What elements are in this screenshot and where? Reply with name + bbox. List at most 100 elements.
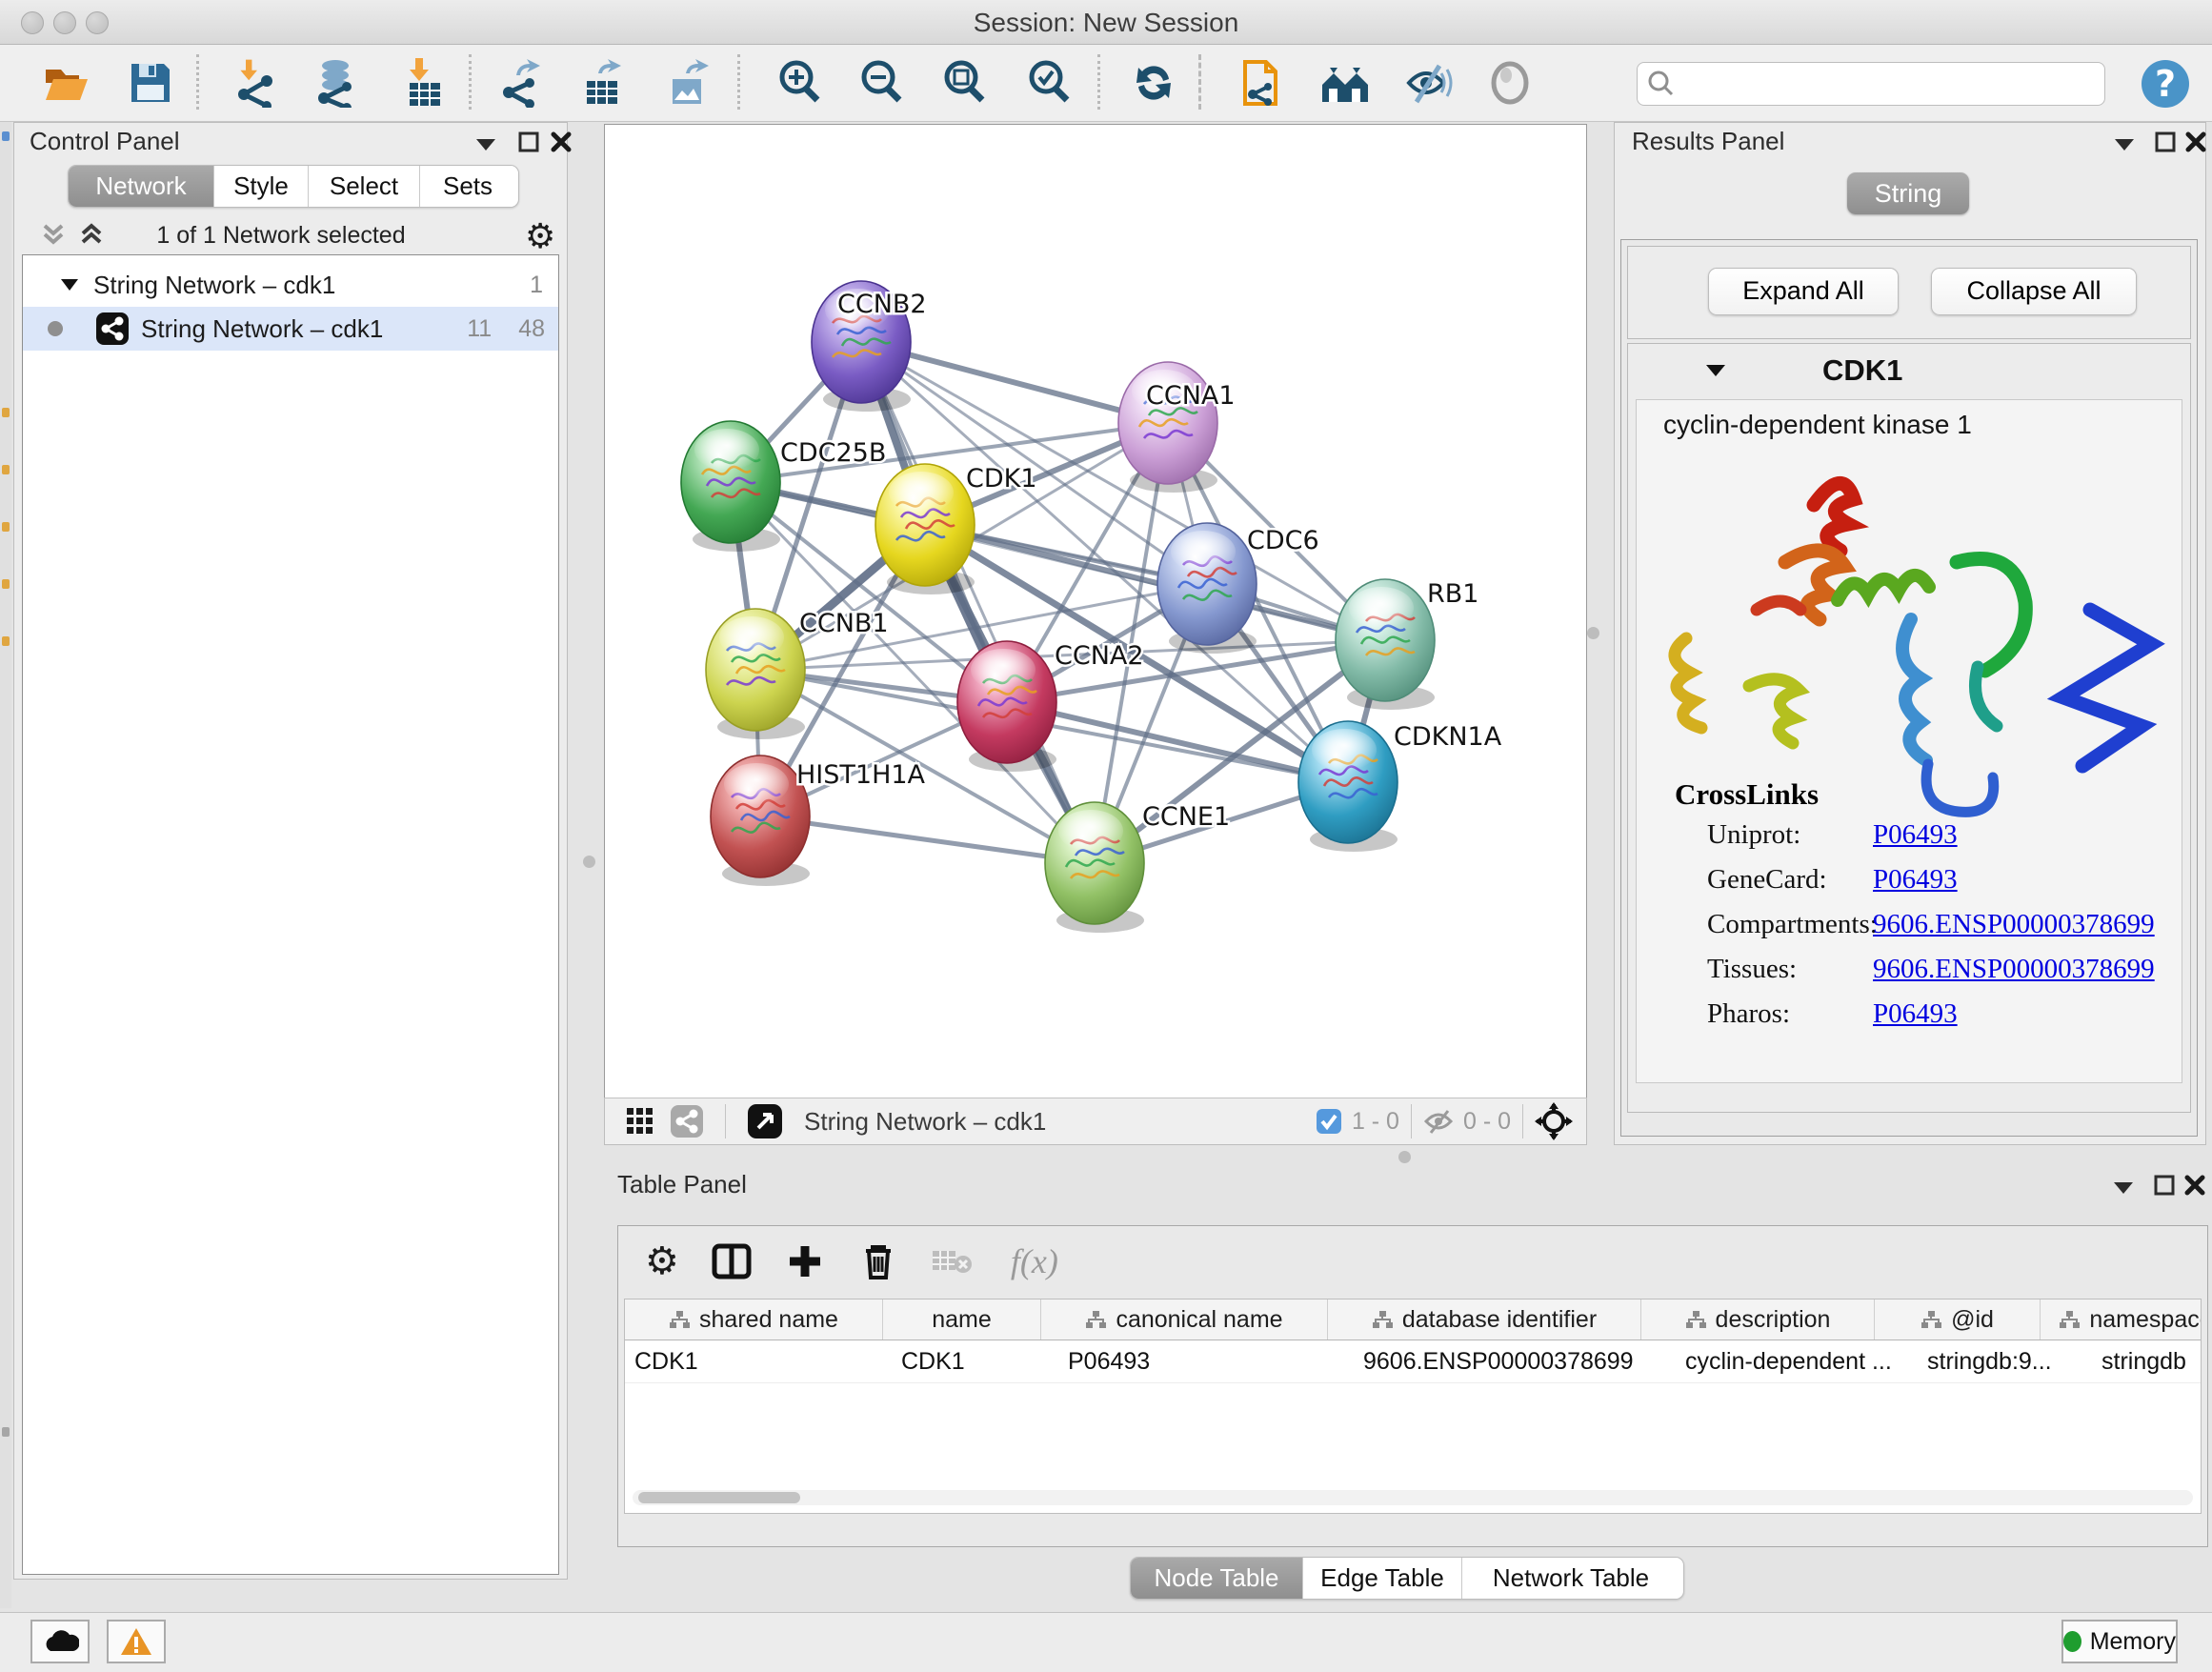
bottom-splitter-handle[interactable]	[1398, 1151, 1411, 1163]
fit-content-crosshair-icon[interactable]	[1535, 1102, 1573, 1140]
network-node-CCNA2[interactable]	[957, 641, 1056, 772]
table-cell[interactable]: cyclin-dependent ...	[1676, 1340, 1918, 1382]
network-node-CCNE1[interactable]	[1045, 802, 1144, 933]
import-network-database-icon[interactable]	[312, 58, 362, 108]
crosslink-value-link[interactable]: 9606.ENSP00000378699	[1873, 954, 2155, 985]
column-header-namespace[interactable]: namespace	[2041, 1299, 2202, 1340]
zoom-in-icon[interactable]	[775, 58, 825, 108]
delete-column-icon[interactable]	[860, 1241, 896, 1281]
table-hscrollbar[interactable]	[633, 1490, 2193, 1505]
expand-up-icon[interactable]	[77, 220, 106, 249]
protein-entry-header[interactable]: CDK1	[1628, 344, 2190, 397]
network-node-CDC6[interactable]	[1157, 523, 1257, 654]
right-splitter-handle[interactable]	[1587, 627, 1599, 639]
panel-menu-icon[interactable]	[2111, 1178, 2136, 1197]
export-network-icon[interactable]	[499, 58, 549, 108]
column-header-database-identifier[interactable]: database identifier	[1328, 1299, 1641, 1340]
zoom-fit-icon[interactable]	[940, 58, 990, 108]
cloud-status-button[interactable]	[30, 1620, 90, 1663]
network-node-CCNB1[interactable]	[706, 609, 805, 739]
selected-checkbox-icon[interactable]	[1316, 1108, 1342, 1135]
help-icon[interactable]: ?	[2140, 58, 2189, 108]
table-cell[interactable]: P06493	[1058, 1340, 1354, 1382]
network-edge-HIST1H1A-CCNE1[interactable]	[760, 816, 1095, 863]
export-table-icon[interactable]	[579, 58, 629, 108]
collapse-triangle-icon[interactable]	[59, 276, 80, 293]
hide-selected-eye-icon[interactable]	[1403, 58, 1453, 108]
column-header-name[interactable]: name	[883, 1299, 1041, 1340]
table-row[interactable]: CDK1CDK1P064939606.ENSP00000378699cyclin…	[625, 1340, 2201, 1383]
table-cell[interactable]: CDK1	[892, 1340, 1058, 1382]
save-session-icon[interactable]	[126, 58, 175, 108]
expand-all-button[interactable]: Expand All	[1708, 268, 1899, 315]
tab-string[interactable]: String	[1847, 172, 1969, 214]
search-input[interactable]	[1681, 67, 2095, 101]
panel-menu-icon[interactable]	[473, 134, 498, 153]
network-node-RB1[interactable]	[1336, 579, 1435, 710]
table-cell[interactable]: stringdb:9...	[1918, 1340, 2092, 1382]
houses-icon[interactable]	[1320, 58, 1370, 108]
collapse-triangle-icon[interactable]	[1704, 362, 1727, 379]
network-node-CDC25B[interactable]	[681, 421, 780, 552]
network-node-CDK1[interactable]	[875, 464, 975, 594]
panel-float-icon[interactable]	[517, 131, 540, 153]
add-column-icon[interactable]	[786, 1242, 824, 1280]
crosslink-value-link[interactable]: P06493	[1873, 819, 1958, 851]
tab-network[interactable]: Network	[69, 166, 214, 207]
document-network-icon[interactable]	[1236, 58, 1285, 108]
hidden-eye-icon[interactable]	[1423, 1108, 1454, 1135]
column-header-shared-name[interactable]: shared name	[625, 1299, 883, 1340]
function-builder-icon[interactable]: f(x)	[1011, 1241, 1058, 1281]
panel-close-icon[interactable]	[2183, 1174, 2206, 1197]
network-collection-row[interactable]: String Network – cdk1 1	[23, 263, 558, 307]
column-header--id[interactable]: @id	[1875, 1299, 2041, 1340]
table-cell[interactable]: 9606.ENSP00000378699	[1354, 1340, 1676, 1382]
tab-network-table[interactable]: Network Table	[1462, 1558, 1679, 1599]
crosslink-value-link[interactable]: 9606.ENSP00000378699	[1873, 909, 2155, 940]
network-options-gear-icon[interactable]: ⚙	[525, 216, 555, 256]
panel-float-icon[interactable]	[2154, 131, 2177, 153]
tab-select[interactable]: Select	[309, 166, 420, 207]
memory-button[interactable]: Memory	[2061, 1620, 2178, 1663]
network-node-CDKN1A[interactable]	[1298, 721, 1398, 852]
crosslink-value-link[interactable]: P06493	[1873, 998, 1958, 1030]
select-columns-icon[interactable]	[712, 1241, 752, 1281]
collapse-all-icon[interactable]	[39, 220, 68, 249]
tab-style[interactable]: Style	[214, 166, 309, 207]
panel-close-icon[interactable]	[550, 131, 573, 153]
network-canvas[interactable]: CCNB2CCNA1CDC25BCDK1CDC6RB1CCNB1CCNA2CDK…	[604, 124, 1587, 1099]
table-cell[interactable]: CDK1	[625, 1340, 892, 1382]
show-eye-icon[interactable]	[1487, 58, 1537, 108]
import-network-file-icon[interactable]	[234, 58, 284, 108]
panel-float-icon[interactable]	[2153, 1174, 2176, 1197]
table-hscrollbar-thumb[interactable]	[638, 1492, 800, 1503]
column-header-canonical-name[interactable]: canonical name	[1041, 1299, 1328, 1340]
tab-node-table[interactable]: Node Table	[1131, 1558, 1303, 1599]
panel-menu-icon[interactable]	[2112, 134, 2137, 153]
crosslink-value-link[interactable]: P06493	[1873, 864, 1958, 896]
warning-status-button[interactable]	[107, 1620, 166, 1663]
import-table-file-icon[interactable]	[400, 58, 450, 108]
zoom-out-icon[interactable]	[857, 58, 907, 108]
delete-table-icon[interactable]	[931, 1247, 973, 1276]
share-view-icon[interactable]	[670, 1104, 704, 1138]
tab-sets[interactable]: Sets	[420, 166, 515, 207]
grid-view-icon[interactable]	[626, 1107, 654, 1136]
column-header-label: namespace	[2089, 1306, 2202, 1334]
table-settings-gear-icon[interactable]: ⚙	[645, 1239, 679, 1283]
tab-edge-table[interactable]: Edge Table	[1303, 1558, 1462, 1599]
network-row-selected[interactable]: String Network – cdk1 11 48	[23, 307, 558, 351]
table-cell[interactable]: stringdb	[2092, 1340, 2202, 1382]
panel-close-icon[interactable]	[2184, 131, 2207, 153]
zoom-selected-icon[interactable]	[1025, 58, 1075, 108]
birdseye-view-icon[interactable]	[747, 1103, 783, 1139]
left-splitter-handle[interactable]	[583, 856, 595, 868]
export-image-icon[interactable]	[665, 58, 714, 108]
crosslink-label: GeneCard:	[1707, 864, 1827, 896]
network-node-HIST1H1A[interactable]	[711, 755, 810, 886]
refresh-view-icon[interactable]	[1131, 58, 1180, 108]
column-header-description[interactable]: description	[1641, 1299, 1875, 1340]
open-session-icon[interactable]	[42, 58, 91, 108]
collapse-all-button[interactable]: Collapse All	[1931, 268, 2137, 315]
network-graph[interactable]: CCNB2CCNA1CDC25BCDK1CDC6RB1CCNB1CCNA2CDK…	[605, 125, 1586, 1098]
